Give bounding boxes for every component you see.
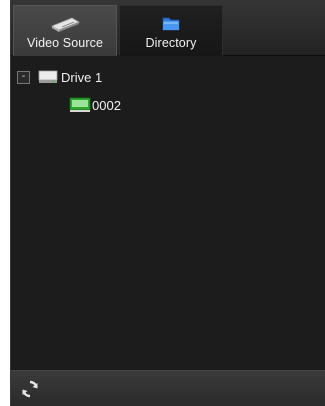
tree-node-drive[interactable]: - Drive 1 [17,67,102,87]
drive-icon [38,70,58,84]
camera-label: 0002 [92,97,121,113]
drive-label: Drive 1 [61,69,103,85]
tab-video-source[interactable]: Video Source [13,5,117,56]
tab-video-source-label: Video Source [26,36,104,50]
hard-drive-icon [48,14,82,32]
camera-channel-icon [69,97,91,113]
tab-directory-label: Directory [145,36,197,50]
tab-directory[interactable]: Directory [119,5,223,56]
refresh-icon[interactable] [20,379,40,399]
folder-icon [161,14,181,32]
video-source-panel: Video Source Directory - Drive 1 0002 [10,0,325,406]
tree-node-camera[interactable]: 0002 [69,95,121,115]
tab-bar: Video Source Directory [11,0,325,56]
collapse-toggle[interactable]: - [17,70,30,84]
bottom-toolbar [11,370,325,406]
source-tree: - Drive 1 0002 [11,57,325,370]
